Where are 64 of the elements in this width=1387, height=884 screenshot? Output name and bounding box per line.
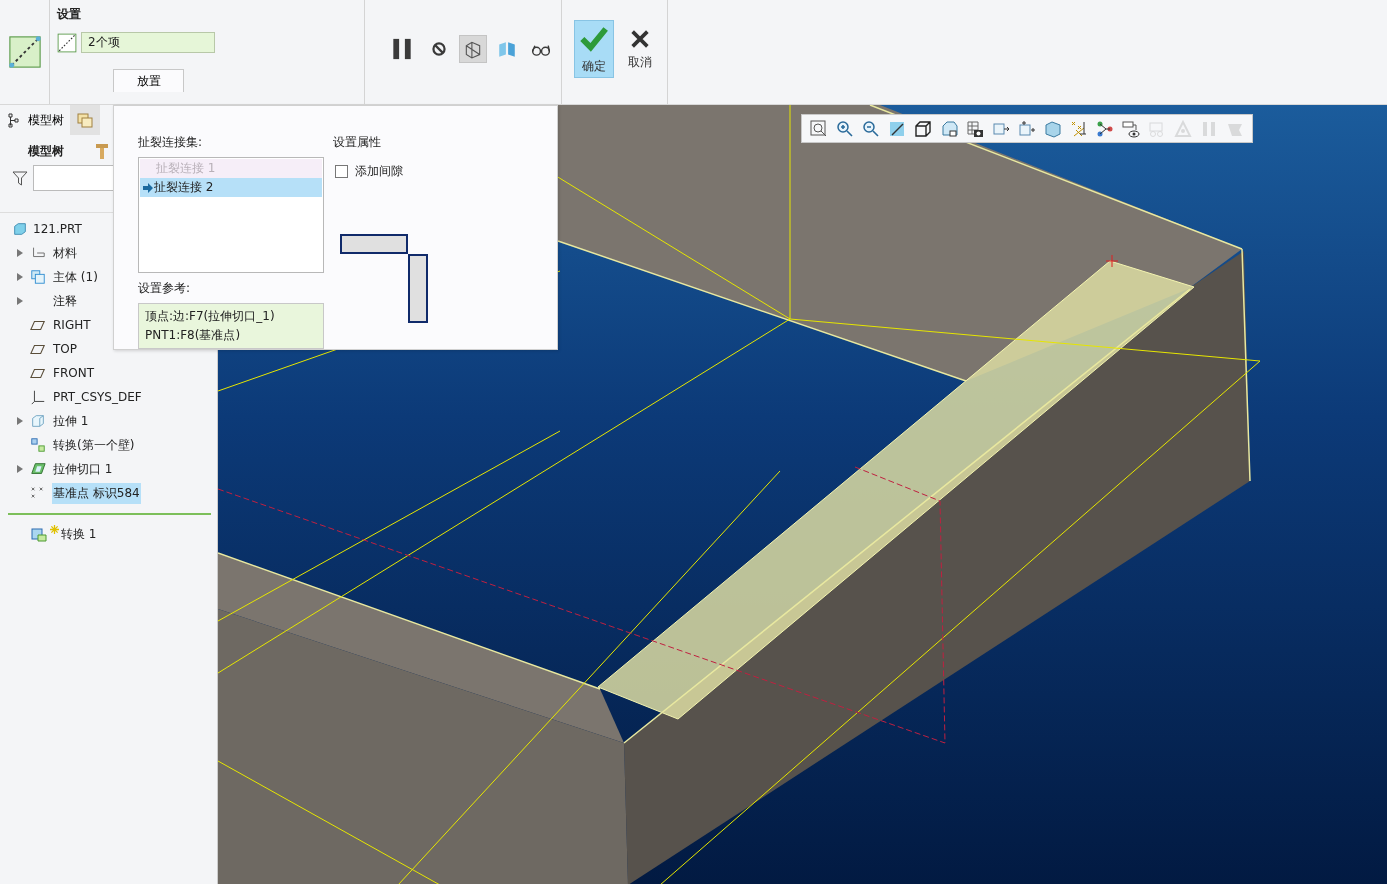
box-plus-icon <box>1018 119 1036 138</box>
triangle-icon <box>1174 119 1192 138</box>
saved-view-icon <box>940 119 958 138</box>
expand-arrow-icon[interactable] <box>17 273 23 281</box>
table-camera-icon <box>966 119 984 138</box>
tree-item[interactable]: RIGHT <box>52 316 92 334</box>
tree-item[interactable]: 基准点 标识584 <box>52 482 141 504</box>
tree-item[interactable]: 主体 (1) <box>52 266 99 288</box>
box-icon <box>30 413 46 429</box>
section-label: 扯裂连接集: <box>138 134 204 151</box>
tree-item[interactable]: FRONT <box>52 364 95 382</box>
squares-icon <box>30 437 46 453</box>
checkbox-label[interactable]: 添加间隙 <box>355 163 403 180</box>
nodes-icon <box>1096 119 1114 138</box>
toolbar-button[interactable] <box>459 35 487 63</box>
tree-item[interactable]: PRT_CSYS_DEF <box>52 388 143 406</box>
body-icon <box>30 269 46 285</box>
solid-icon <box>497 39 517 59</box>
zoom-in-icon <box>836 119 854 138</box>
cut-icon <box>30 461 46 477</box>
panel-title: 模型树 <box>28 142 64 160</box>
asterisk-icon <box>50 525 59 534</box>
expand-arrow-icon[interactable] <box>17 249 23 257</box>
pause-icon <box>1200 119 1218 138</box>
expand-arrow-icon[interactable] <box>17 417 23 425</box>
shaded-icon <box>1044 119 1062 138</box>
tree-item[interactable]: 拉伸切口 1 <box>52 458 114 480</box>
tree-item[interactable]: TOP <box>52 340 78 358</box>
insert-feature-icon <box>30 525 48 543</box>
cube-icon <box>914 119 932 138</box>
section-title: 设置 <box>57 6 82 22</box>
reference-text: PNT1:F8(基准点) <box>145 327 242 344</box>
tree-item[interactable]: 121.PRT <box>33 222 82 236</box>
filter-icon <box>11 169 29 187</box>
rip-connect-icon <box>7 35 42 69</box>
repaint-icon <box>888 119 906 138</box>
axes-icon <box>30 389 46 405</box>
arrow-icon <box>143 182 153 193</box>
items-field[interactable]: 2个项 <box>81 32 215 53</box>
datum-icon <box>1070 119 1088 138</box>
wireframe-icon <box>463 39 483 59</box>
reference-text: 顶点:边:F7(拉伸切口_1) <box>145 308 276 325</box>
tree-item[interactable]: 转换 1 <box>61 525 97 543</box>
layer-eye-icon <box>1122 119 1140 138</box>
list-item[interactable]: 扯裂连接 2 <box>140 178 322 197</box>
tree-item[interactable]: 转换(第一个壁) <box>52 434 136 456</box>
folder-icon <box>76 111 94 129</box>
checkbox[interactable] <box>335 165 348 178</box>
tree-item[interactable]: 注释 <box>52 290 78 312</box>
cancel-circle-icon <box>429 39 449 59</box>
confirm-button[interactable]: 确定 <box>574 20 614 78</box>
zoom-fit-icon <box>810 119 828 138</box>
cancel-button[interactable]: 取消 <box>620 20 660 78</box>
tree-item[interactable]: 拉伸 1 <box>52 410 90 432</box>
tree-item[interactable]: 材料 <box>52 242 78 264</box>
expand-arrow-icon[interactable] <box>17 297 23 305</box>
placement-tab[interactable]: 放置 <box>113 69 184 92</box>
zoom-out-icon <box>862 119 880 138</box>
edge-set-icon <box>57 32 77 53</box>
expand-arrow-icon[interactable] <box>17 465 23 473</box>
part-icon <box>12 221 28 237</box>
section-label: 设置参考: <box>138 280 192 297</box>
point-icon <box>30 485 46 501</box>
section-label: 设置属性 <box>333 134 382 151</box>
